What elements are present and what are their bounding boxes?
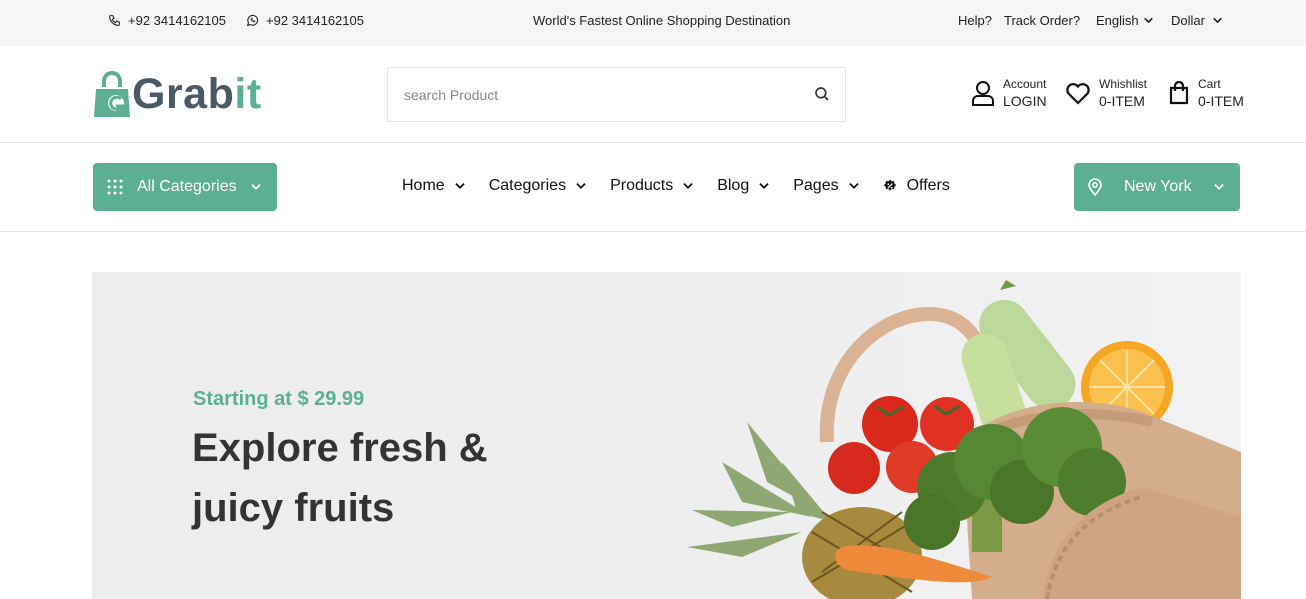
nav-item-offers[interactable]: Offers (883, 177, 950, 195)
chevron-down-icon (1213, 17, 1222, 24)
track-order-link[interactable]: Track Order? (1004, 13, 1080, 28)
phone-icon (109, 15, 120, 26)
language-selector[interactable]: English (1096, 13, 1155, 28)
search-icon[interactable] (813, 85, 831, 103)
phone-number: +92 3414162105 (128, 13, 226, 28)
discount-badge-icon (883, 179, 896, 191)
wishlist-button[interactable]: Whishlist 0-ITEM (1065, 76, 1147, 110)
account-button[interactable]: Account LOGIN (971, 76, 1047, 110)
phone-contact[interactable]: +92 3414162105 (108, 13, 226, 28)
nav-item-categories[interactable]: Categories (489, 177, 588, 195)
whatsapp-icon (246, 14, 259, 27)
site-header: Grabit Account LOGIN Whishlist 0-ITEM Ca… (0, 46, 1306, 143)
hero-title: Explore fresh & juicy fruits (192, 426, 488, 530)
nav-item-label: Products (610, 177, 674, 194)
hero-subtitle: Starting at $ 29.99 (193, 388, 365, 410)
logo[interactable]: Grabit (92, 70, 262, 119)
nav-item-blog[interactable]: Blog (717, 177, 771, 195)
logo-text-accent: it (234, 70, 262, 118)
city-label: New York (1124, 178, 1192, 195)
nav-item-label: Blog (717, 177, 750, 194)
cart-value: 0-ITEM (1198, 93, 1244, 109)
main-navigation: All Categories Home Categories Products … (0, 143, 1306, 232)
chevron-down-icon (576, 183, 586, 189)
nav-item-pages[interactable]: Pages (793, 177, 860, 195)
search-box (387, 67, 846, 122)
heart-icon (1066, 83, 1090, 105)
location-pin-icon (1088, 178, 1102, 196)
language-value: English (1096, 13, 1139, 28)
shopping-bag-logo-icon (94, 70, 130, 117)
chevron-down-icon (251, 184, 261, 190)
user-icon (972, 81, 994, 106)
chevron-down-icon (848, 183, 859, 189)
cart-button[interactable]: Cart 0-ITEM (1168, 76, 1244, 110)
all-categories-button[interactable]: All Categories (93, 163, 277, 211)
chevron-down-icon (759, 183, 769, 189)
chevron-down-icon (683, 183, 693, 189)
account-value: LOGIN (1003, 93, 1047, 109)
logo-text-main: Grab (132, 70, 235, 118)
nav-item-home[interactable]: Home (402, 177, 467, 195)
logo-text: Grabit (132, 70, 262, 119)
nav-item-label: Offers (906, 177, 950, 194)
chevron-down-icon (1214, 184, 1224, 190)
nav-item-label: Categories (488, 177, 567, 194)
help-link[interactable]: Help? (958, 13, 992, 28)
hero-banner: Starting at $ 29.99 Explore fresh & juic… (92, 272, 1241, 599)
whatsapp-number: +92 3414162105 (266, 13, 364, 28)
search-input[interactable] (388, 68, 788, 121)
currency-selector[interactable]: Dollar (1171, 13, 1224, 28)
top-bar: +92 3414162105 +92 3414162105 World's Fa… (0, 0, 1306, 46)
currency-value: Dollar (1171, 13, 1205, 28)
tagline: World's Fastest Online Shopping Destinat… (533, 13, 791, 28)
all-categories-label: All Categories (137, 178, 237, 195)
chevron-down-icon (1143, 17, 1153, 24)
wishlist-value: 0-ITEM (1099, 93, 1145, 109)
chevron-down-icon (454, 183, 465, 189)
shopping-bag-icon (1169, 81, 1189, 105)
grid-dots-icon (107, 179, 123, 195)
account-label: Account (1003, 77, 1047, 91)
nav-menu: Home Categories Products Blog Pages Offe… (402, 177, 972, 195)
cart-label: Cart (1198, 77, 1221, 91)
whatsapp-contact[interactable]: +92 3414162105 (246, 13, 364, 28)
nav-item-label: Home (402, 177, 445, 194)
nav-item-products[interactable]: Products (610, 177, 695, 195)
vegetables-bag-image (687, 280, 1241, 599)
city-selector[interactable]: New York (1074, 163, 1240, 211)
nav-item-label: Pages (793, 177, 839, 194)
wishlist-label: Whishlist (1099, 77, 1148, 91)
